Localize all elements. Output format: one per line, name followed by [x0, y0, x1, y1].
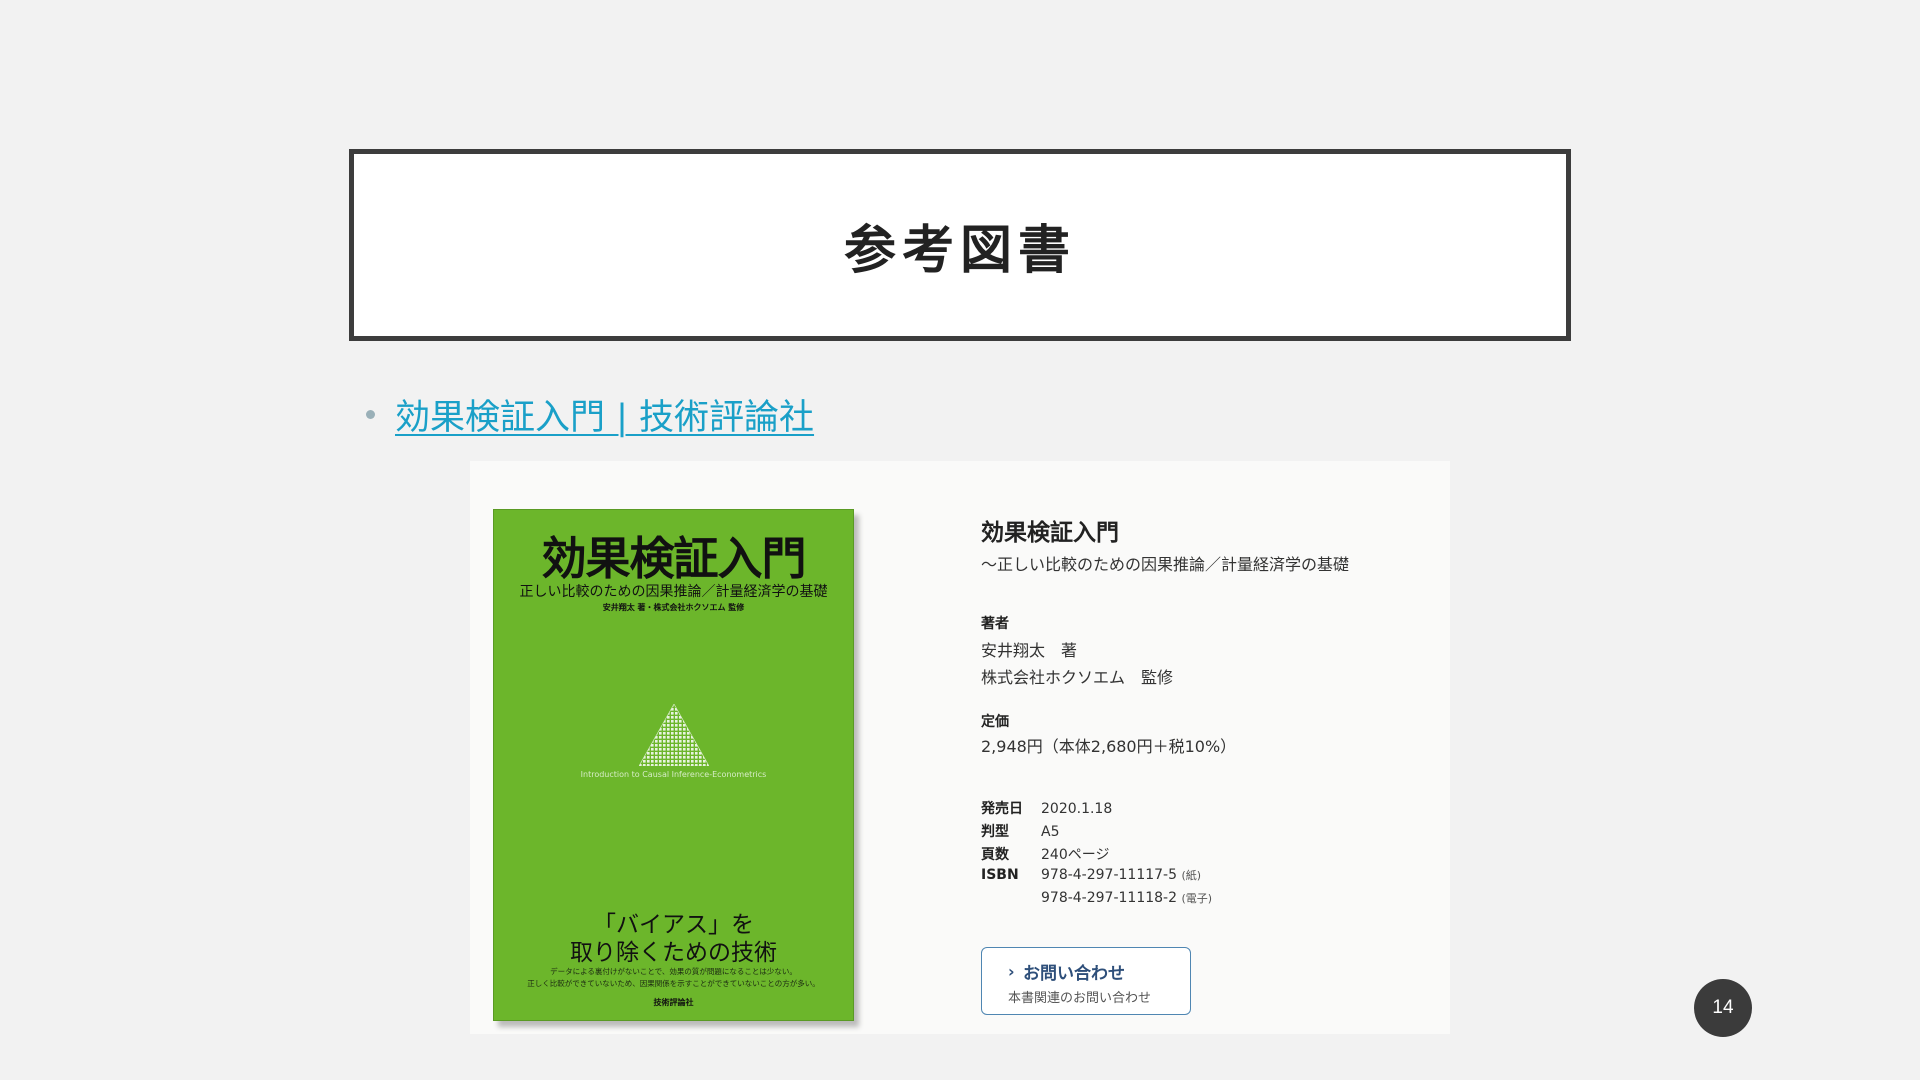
isbn-ebook: 978-4-297-11118-2 [1041, 890, 1178, 906]
author-line-1: 安井翔太 著 [981, 641, 1078, 660]
book-cover: 効果検証入門 正しい比較のための因果推論／計量経済学の基礎 安井翔太 著・株式会… [493, 509, 854, 1021]
contact-button[interactable]: › お問い合わせ 本書関連のお問い合わせ [981, 947, 1191, 1015]
title-box: 参考図書 [349, 149, 1571, 341]
release-label: 発売日 [981, 801, 1023, 817]
spec-isbn-ebook: 978-4-297-11118-2 (電子) [981, 890, 1212, 912]
spec-pages: 頁数 240ページ [981, 844, 1109, 866]
spec-release: 発売日 2020.1.18 [981, 798, 1112, 820]
bullet-item: 効果検証入門 | 技術評論社 [366, 388, 814, 440]
isbn-label: ISBN [981, 867, 1019, 883]
pages-label: 頁数 [981, 847, 1009, 863]
cover-title: 効果検証入門 [541, 532, 806, 585]
isbn-paper-note: (紙) [1181, 869, 1202, 882]
isbn-ebook-note: (電子) [1181, 892, 1213, 905]
spec-format: 判型 A5 [981, 821, 1059, 843]
cover-english-title: Introduction to Causal Inference-Econome… [580, 770, 767, 779]
price-label: 定価 [981, 714, 1009, 730]
cover-note-1: データによる裏付けがないことで、効果の質が問題になることは少ない。 [550, 967, 797, 976]
book-page-screenshot: 効果検証入門 正しい比較のための因果推論／計量経済学の基礎 安井翔太 著・株式会… [470, 461, 1450, 1034]
spec-isbn: ISBN 978-4-297-11117-5 (紙) [981, 867, 1201, 889]
price-value: 2,948円（本体2,680円＋税10%） [981, 737, 1237, 756]
format-label: 判型 [981, 824, 1009, 840]
format-value: A5 [1041, 824, 1060, 840]
book-page-link[interactable]: 効果検証入門 | 技術評論社 [395, 389, 814, 440]
cover-note-2: 正しく比較ができていないため、因果関係を示すことができていないことの方が多い。 [527, 979, 820, 988]
isbn-paper: 978-4-297-11117-5 [1041, 867, 1178, 883]
contact-button-sublabel: 本書関連のお問い合わせ [1008, 991, 1152, 1006]
pages-value: 240ページ [1041, 847, 1110, 863]
bullet-dot-icon [366, 409, 375, 419]
contact-button-label: お問い合わせ [1023, 964, 1125, 984]
book-title: 効果検証入門 [981, 520, 1119, 546]
pyramid-icon [639, 704, 709, 766]
page-number-badge: 14 [1694, 979, 1752, 1037]
author-label: 著者 [981, 616, 1009, 632]
cover-tagline-2: 取り除くための技術 [570, 940, 777, 966]
cover-authors: 安井翔太 著・株式会社ホクソエム 監修 [602, 603, 745, 612]
author-line-2: 株式会社ホクソエム 監修 [981, 668, 1174, 687]
release-value: 2020.1.18 [1041, 801, 1113, 817]
chevron-right-icon: › [1008, 962, 1015, 981]
cover-publisher: 技術評論社 [653, 998, 694, 1007]
slide-title: 参考図書 [843, 220, 1076, 281]
cover-subtitle: 正しい比較のための因果推論／計量経済学の基礎 [519, 584, 828, 600]
book-subtitle: 〜正しい比較のための因果推論／計量経済学の基礎 [981, 555, 1350, 574]
slide: 参考図書 効果検証入門 | 技術評論社 効果検証入門 正しい比較のための因果推論… [0, 0, 1920, 1080]
